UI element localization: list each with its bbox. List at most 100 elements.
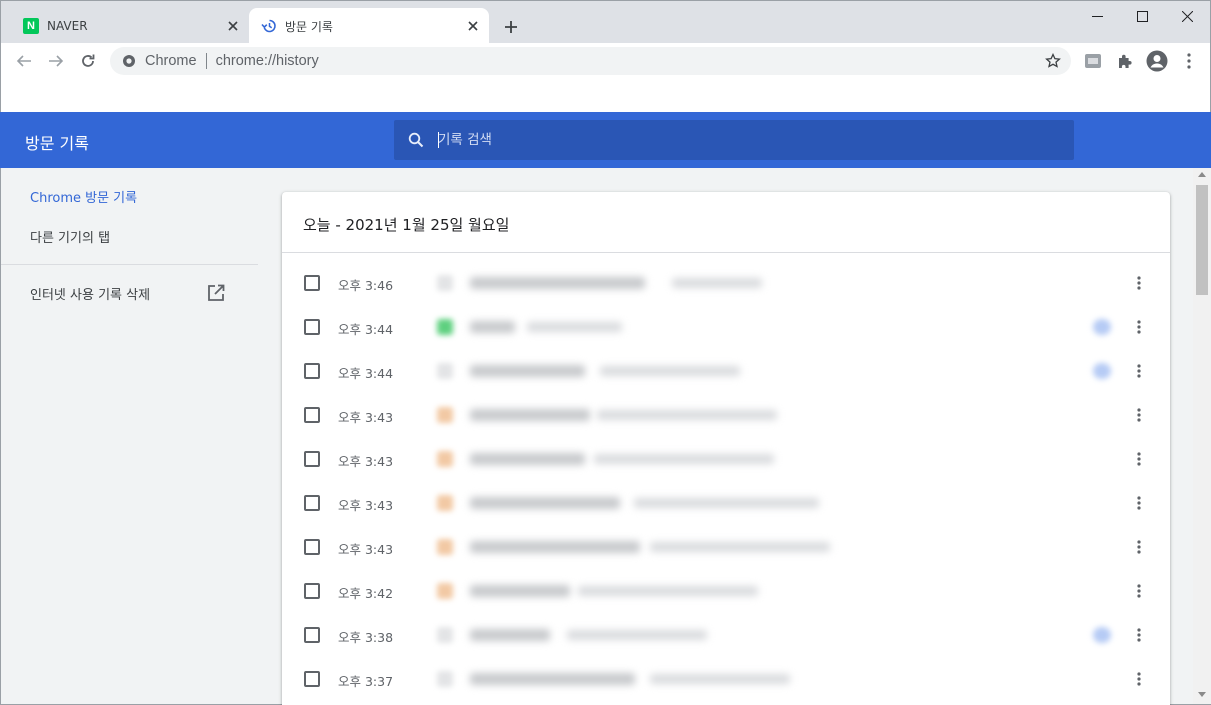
forward-button[interactable] xyxy=(42,47,70,75)
blurred-title[interactable] xyxy=(470,629,550,641)
site-favicon-icon xyxy=(437,495,453,511)
history-row[interactable]: 오후 3:37 xyxy=(282,657,1170,701)
bookmark-star-icon[interactable] xyxy=(1043,51,1063,71)
back-button[interactable] xyxy=(10,47,38,75)
open-in-new-icon[interactable] xyxy=(206,283,226,303)
chrome-icon xyxy=(121,53,137,69)
row-time: 오후 3:38 xyxy=(338,630,394,645)
row-menu-button[interactable] xyxy=(1129,625,1149,645)
divider xyxy=(205,53,207,69)
bookmark-bar-area xyxy=(0,79,1211,112)
blurred-domain xyxy=(650,674,790,684)
address-bar[interactable]: Chrome chrome://history xyxy=(110,47,1071,75)
sidebar-item-other-devices[interactable]: 다른 기기의 탭 xyxy=(30,227,110,246)
site-favicon-icon xyxy=(437,407,453,423)
minimize-button[interactable] xyxy=(1074,1,1120,31)
row-checkbox[interactable] xyxy=(304,583,320,599)
close-icon[interactable] xyxy=(463,16,483,36)
site-favicon-icon xyxy=(437,275,453,291)
row-checkbox[interactable] xyxy=(304,495,320,511)
blurred-title[interactable] xyxy=(470,673,635,685)
tab-naver[interactable]: N NAVER xyxy=(11,8,249,44)
blurred-title[interactable] xyxy=(470,497,620,509)
row-menu-button[interactable] xyxy=(1129,405,1149,425)
row-checkbox[interactable] xyxy=(304,363,320,379)
close-icon xyxy=(1181,10,1193,22)
new-tab-button[interactable] xyxy=(499,15,523,39)
history-row[interactable]: 오후 3:43 xyxy=(282,437,1170,481)
blurred-title[interactable] xyxy=(470,453,585,465)
site-favicon-icon xyxy=(437,627,453,643)
tab-title: 방문 기록 xyxy=(285,19,333,34)
row-checkbox[interactable] xyxy=(304,671,320,687)
scroll-up-arrow-icon[interactable] xyxy=(1198,172,1206,177)
tab-strip: N NAVER 방문 기록 xyxy=(0,0,1211,44)
history-row[interactable]: 오후 3:44 xyxy=(282,349,1170,393)
history-row[interactable]: 오후 3:43 xyxy=(282,525,1170,569)
bookmark-star-icon[interactable] xyxy=(1093,363,1111,379)
window-close-button[interactable] xyxy=(1164,1,1210,31)
history-row[interactable]: 오후 3:44 xyxy=(282,305,1170,349)
blurred-title[interactable] xyxy=(470,321,515,333)
scrollbar[interactable] xyxy=(1193,168,1211,704)
sidebar-item-clear-browsing-data[interactable]: 인터넷 사용 기록 삭제 xyxy=(30,284,150,303)
extension-badge-icon xyxy=(1085,54,1101,68)
row-menu-button[interactable] xyxy=(1129,273,1149,293)
blurred-domain xyxy=(567,630,707,640)
sidebar-item-chrome-history[interactable]: Chrome 방문 기록 xyxy=(30,187,137,206)
profile-button[interactable] xyxy=(1143,47,1171,75)
scrollbar-thumb[interactable] xyxy=(1196,185,1208,295)
row-checkbox[interactable] xyxy=(304,275,320,291)
row-menu-button[interactable] xyxy=(1129,317,1149,337)
site-favicon-icon xyxy=(437,319,453,335)
reload-button[interactable] xyxy=(74,47,102,75)
row-checkbox[interactable] xyxy=(304,319,320,335)
extension-button[interactable] xyxy=(1079,47,1107,75)
row-time: 오후 3:43 xyxy=(338,498,394,513)
history-row[interactable]: 오후 3:42 xyxy=(282,569,1170,613)
arrow-right-icon xyxy=(49,55,64,67)
row-checkbox[interactable] xyxy=(304,407,320,423)
blurred-title[interactable] xyxy=(470,585,570,597)
history-row[interactable]: 오후 3:43 xyxy=(282,393,1170,437)
row-time: 오후 3:43 xyxy=(338,410,394,425)
bookmark-star-icon[interactable] xyxy=(1093,319,1111,335)
history-icon xyxy=(261,18,277,34)
row-menu-button[interactable] xyxy=(1129,361,1149,381)
row-checkbox[interactable] xyxy=(304,451,320,467)
scroll-down-arrow-icon[interactable] xyxy=(1198,692,1206,697)
search-input[interactable] xyxy=(438,132,1074,148)
site-favicon-icon xyxy=(437,363,453,379)
extensions-button[interactable] xyxy=(1111,47,1139,75)
plus-icon xyxy=(505,21,517,33)
history-card: 오늘 - 2021년 1월 25일 월요일 오후 3:46 오후 3:44 오후… xyxy=(282,192,1170,705)
tab-history[interactable]: 방문 기록 xyxy=(249,8,489,44)
history-row[interactable]: 오후 3:43 xyxy=(282,481,1170,525)
history-row[interactable]: 오후 3:38 xyxy=(282,613,1170,657)
blurred-title[interactable] xyxy=(470,541,640,553)
blurred-title[interactable] xyxy=(470,365,585,377)
main-content: Chrome 방문 기록 다른 기기의 탭 인터넷 사용 기록 삭제 오늘 - … xyxy=(0,168,1211,705)
blurred-domain xyxy=(578,586,758,596)
close-icon[interactable] xyxy=(223,16,243,36)
blurred-title[interactable] xyxy=(470,277,645,289)
row-menu-button[interactable] xyxy=(1129,537,1149,557)
bookmark-star-icon[interactable] xyxy=(1093,627,1111,643)
menu-button[interactable] xyxy=(1175,47,1203,75)
row-menu-button[interactable] xyxy=(1129,449,1149,469)
blurred-domain xyxy=(600,366,740,376)
arrow-left-icon xyxy=(16,55,31,67)
site-favicon-icon xyxy=(437,583,453,599)
row-menu-button[interactable] xyxy=(1129,581,1149,601)
row-time: 오후 3:43 xyxy=(338,454,394,469)
row-menu-button[interactable] xyxy=(1129,493,1149,513)
row-menu-button[interactable] xyxy=(1129,669,1149,689)
search-box[interactable] xyxy=(394,120,1074,160)
maximize-button[interactable] xyxy=(1119,1,1165,31)
more-vert-icon xyxy=(1137,408,1141,422)
row-checkbox[interactable] xyxy=(304,627,320,643)
row-checkbox[interactable] xyxy=(304,539,320,555)
blurred-domain xyxy=(650,542,830,552)
history-row[interactable]: 오후 3:46 xyxy=(282,261,1170,305)
blurred-title[interactable] xyxy=(470,409,590,421)
